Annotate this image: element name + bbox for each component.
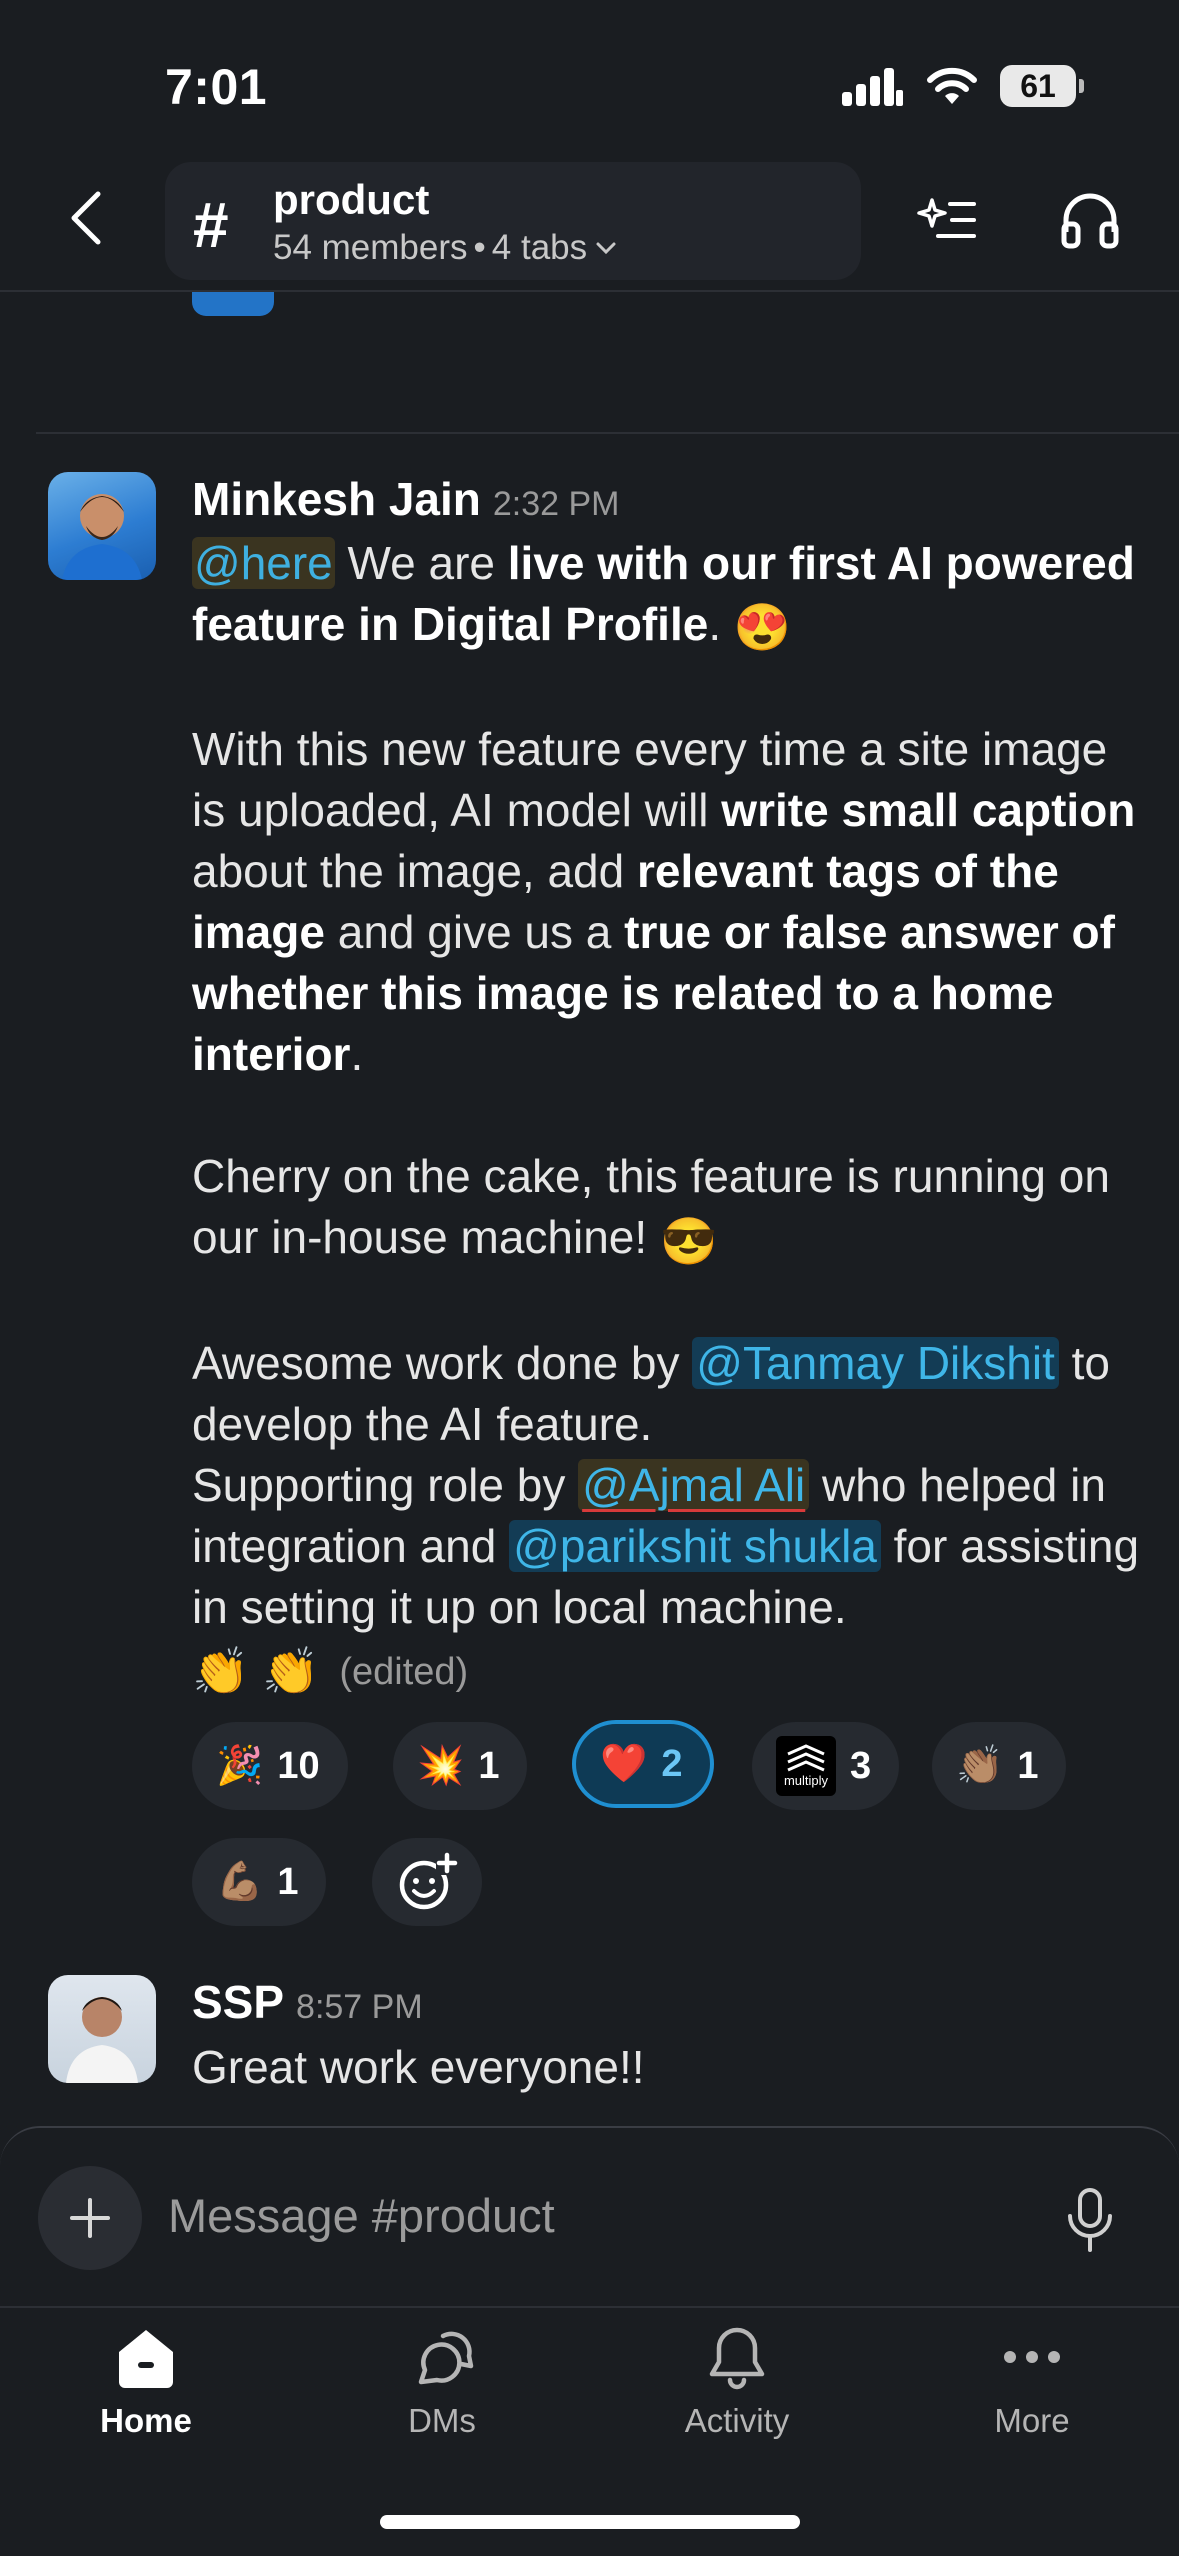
tab-count: 4 tabs bbox=[491, 228, 588, 267]
clapping-emoji: 👏 👏 bbox=[192, 1645, 320, 1698]
channel-name[interactable]: product bbox=[273, 176, 429, 224]
multiply-custom-emoji: multiply bbox=[776, 1736, 836, 1796]
status-time: 7:01 bbox=[165, 59, 268, 115]
tab-more[interactable]: More bbox=[922, 2322, 1142, 2440]
text-run: We are bbox=[334, 537, 508, 589]
tab-dms[interactable]: DMs bbox=[332, 2322, 552, 2440]
red-heart-emoji: ❤️ bbox=[600, 1743, 648, 1785]
multiply-logo-icon bbox=[787, 1744, 825, 1772]
reaction-count: 1 bbox=[1017, 1744, 1039, 1787]
text-run: Supporting role by bbox=[192, 1458, 579, 1511]
reaction-pill[interactable]: 💥 1 bbox=[393, 1722, 528, 1810]
add-emoji-icon bbox=[399, 1852, 458, 1910]
cellular-signal-icon bbox=[842, 68, 903, 106]
reaction-count: 2 bbox=[661, 1742, 683, 1785]
bell-icon bbox=[709, 2327, 765, 2390]
status-icons: 61 bbox=[842, 62, 1084, 110]
reaction-count: 3 bbox=[850, 1744, 872, 1787]
more-dots-icon bbox=[1004, 2351, 1060, 2363]
multiply-logo-text: multiply bbox=[783, 1773, 829, 1788]
user-photo-icon bbox=[66, 1997, 138, 2083]
microphone-icon[interactable] bbox=[1060, 2186, 1120, 2256]
tab-activity[interactable]: Activity bbox=[627, 2322, 847, 2440]
avatar[interactable] bbox=[48, 472, 156, 580]
tab-label: Activity bbox=[684, 2402, 790, 2439]
tab-home[interactable]: Home bbox=[36, 2322, 256, 2440]
previous-avatar-fragment bbox=[192, 292, 274, 316]
reaction-pill[interactable]: 👏🏽 1 bbox=[932, 1722, 1067, 1810]
tab-label: DMs bbox=[408, 2402, 476, 2439]
party-popper-emoji: 🎉 bbox=[216, 1745, 264, 1787]
sunglasses-emoji: 😎 bbox=[659, 1214, 718, 1267]
chevron-down-icon bbox=[596, 242, 616, 255]
heart-eyes-emoji: 😍 bbox=[733, 601, 792, 654]
home-icon bbox=[119, 2330, 173, 2388]
clapping-hands-emoji: 👏🏽 bbox=[956, 1745, 1004, 1787]
text-run: . bbox=[708, 598, 734, 650]
ai-summary-icon[interactable] bbox=[916, 188, 980, 252]
reaction-count: 1 bbox=[478, 1744, 500, 1787]
message-author[interactable]: SSP bbox=[192, 1975, 284, 2029]
message-body: @here We are live with our first AI powe… bbox=[192, 533, 1152, 1703]
member-count: 54 members bbox=[273, 228, 468, 267]
bold-text: write small caption bbox=[721, 784, 1136, 837]
tab-label: Home bbox=[100, 2402, 192, 2439]
wifi-icon bbox=[927, 67, 977, 104]
back-chevron-icon[interactable] bbox=[60, 188, 120, 248]
header-divider bbox=[0, 290, 1179, 292]
edited-label: (edited) bbox=[339, 1650, 469, 1693]
dms-icon bbox=[418, 2331, 474, 2385]
text-run: about the image, add bbox=[192, 845, 637, 898]
message-header: Minkesh Jain 2:32 PM bbox=[192, 472, 620, 526]
user-photo-icon bbox=[62, 494, 142, 580]
avatar[interactable] bbox=[48, 1975, 156, 2083]
channel-hash-icon: # bbox=[193, 189, 229, 261]
home-indicator bbox=[380, 2515, 800, 2529]
reaction-count: 10 bbox=[277, 1744, 320, 1787]
attach-button[interactable] bbox=[38, 2166, 142, 2270]
reaction-pill-active[interactable]: ❤️ 2 bbox=[572, 1720, 715, 1808]
reaction-pill[interactable]: 🎉 10 bbox=[192, 1722, 348, 1810]
user-mention[interactable]: @Ajmal Ali bbox=[578, 1458, 810, 1511]
section-divider bbox=[36, 432, 1179, 434]
reaction-pill[interactable]: multiply 3 bbox=[752, 1722, 900, 1810]
text-run: . bbox=[350, 1028, 364, 1081]
plus-icon bbox=[70, 2198, 110, 2238]
headphones-icon[interactable] bbox=[1058, 188, 1122, 252]
reaction-pill[interactable]: 💪🏽 1 bbox=[192, 1838, 327, 1926]
battery-indicator: 61 bbox=[1000, 65, 1084, 107]
message-author[interactable]: Minkesh Jain bbox=[192, 472, 481, 526]
here-mention[interactable]: @here bbox=[192, 537, 335, 589]
message-text: Great work everyone!! bbox=[192, 2041, 645, 2093]
text-run: Cherry on the cake, this feature is runn… bbox=[192, 1150, 1110, 1264]
message-input[interactable]: Message #product bbox=[168, 2188, 555, 2243]
user-mention[interactable]: @parikshit shukla bbox=[509, 1519, 881, 1572]
text-run: and give us a bbox=[324, 906, 625, 959]
add-reaction-button[interactable] bbox=[372, 1838, 482, 1926]
collision-emoji: 💥 bbox=[417, 1745, 465, 1787]
message-timestamp[interactable]: 8:57 PM bbox=[296, 1988, 423, 2027]
text-run: Awesome work done by bbox=[192, 1336, 693, 1389]
meta-separator: • bbox=[473, 228, 486, 267]
tab-label: More bbox=[994, 2402, 1070, 2439]
reaction-count: 1 bbox=[277, 1860, 299, 1903]
message-header: SSP 8:57 PM bbox=[192, 1975, 423, 2029]
message-timestamp[interactable]: 2:32 PM bbox=[493, 485, 620, 524]
channel-meta[interactable]: 54 members • 4 tabs bbox=[273, 228, 619, 268]
flexed-biceps-emoji: 💪🏽 bbox=[216, 1861, 264, 1903]
user-mention[interactable]: @Tanmay Dikshit bbox=[692, 1336, 1059, 1389]
